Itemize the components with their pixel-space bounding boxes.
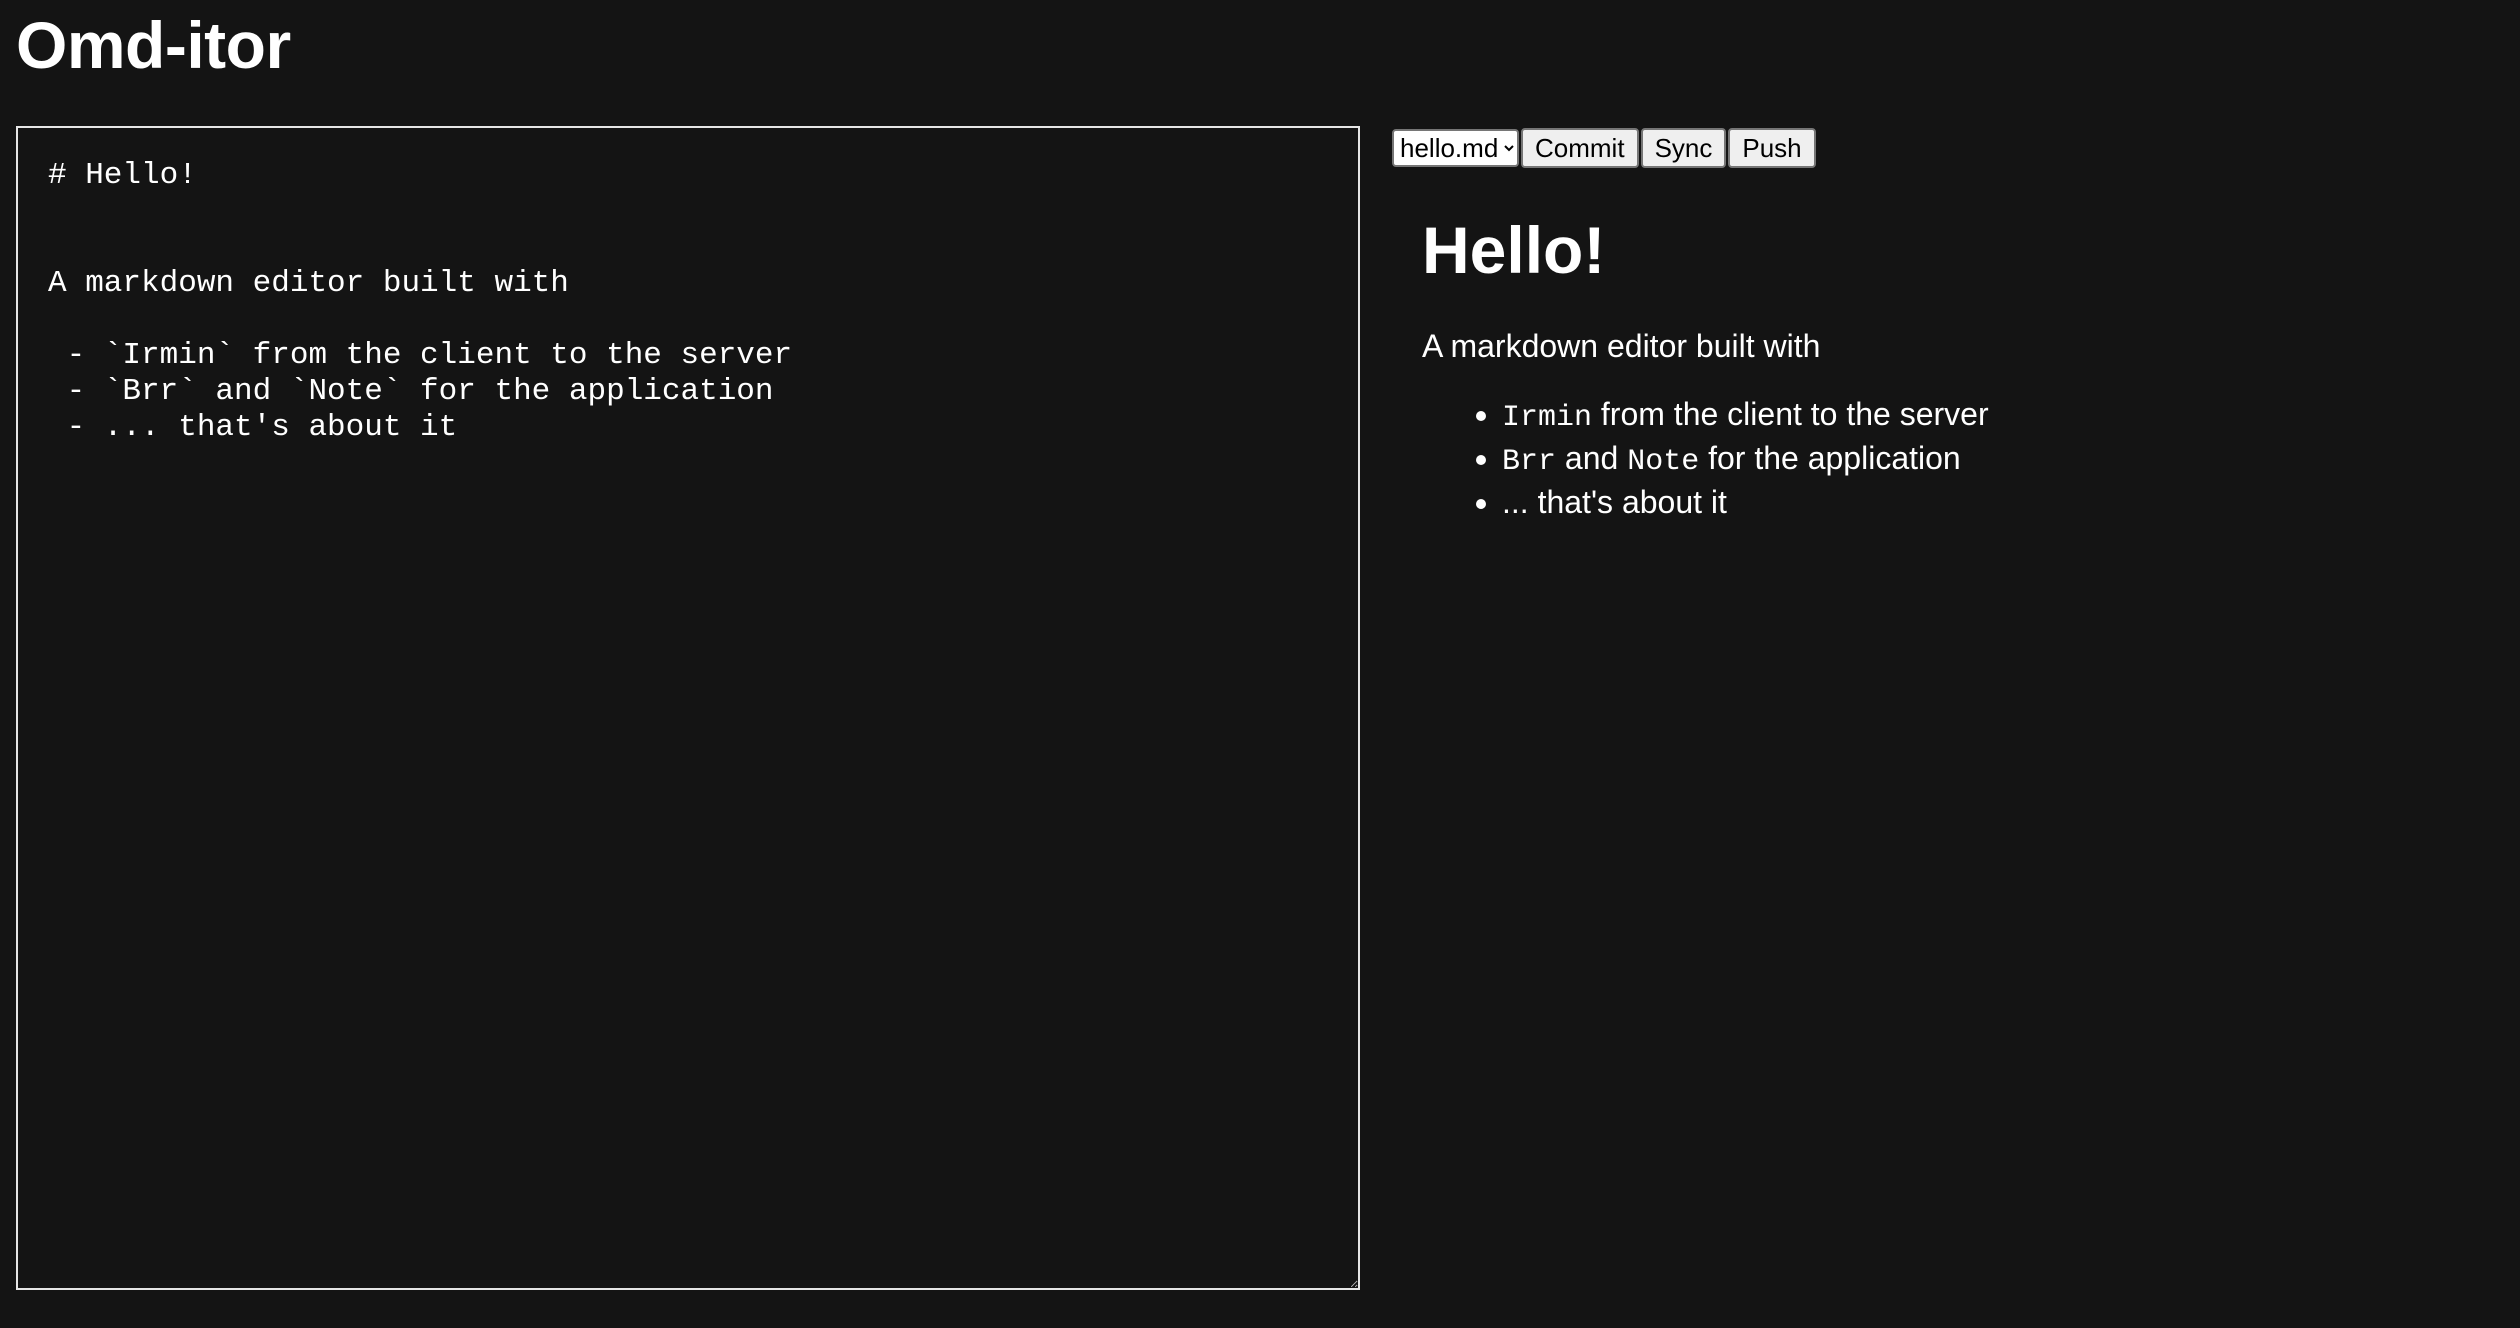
markdown-editor[interactable]: # Hello! A markdown editor built with - … (16, 126, 1360, 1290)
file-select[interactable]: hello.md (1392, 129, 1519, 167)
inline-code: Note (1627, 445, 1700, 479)
preview-paragraph: A markdown editor built with (1422, 328, 1821, 364)
list-item-text: from the client to the server (1592, 396, 1989, 432)
inline-code: Brr (1502, 445, 1557, 479)
list-item: Irmin from the client to the server (1502, 394, 2482, 438)
preview-heading: Hello! (1422, 213, 1606, 287)
commit-button[interactable]: Commit (1521, 128, 1639, 168)
list-item: ... that's about it (1502, 482, 2482, 522)
list-item-text: ... that's about it (1502, 484, 1727, 520)
list-item: Brr and Note for the application (1502, 438, 2482, 482)
app-title: Omd-itor (16, 8, 291, 82)
preview-list: Irmin from the client to the server Brr … (1422, 394, 2482, 522)
toolbar: hello.md Commit Sync Push (1392, 128, 1816, 168)
inline-code: Irmin (1502, 401, 1593, 435)
list-item-text: for the application (1699, 440, 1961, 476)
list-item-text: and (1556, 440, 1628, 476)
markdown-preview: Hello! A markdown editor built with Irmi… (1422, 200, 2482, 522)
sync-button[interactable]: Sync (1640, 128, 1727, 168)
push-button[interactable]: Push (1728, 128, 1816, 168)
